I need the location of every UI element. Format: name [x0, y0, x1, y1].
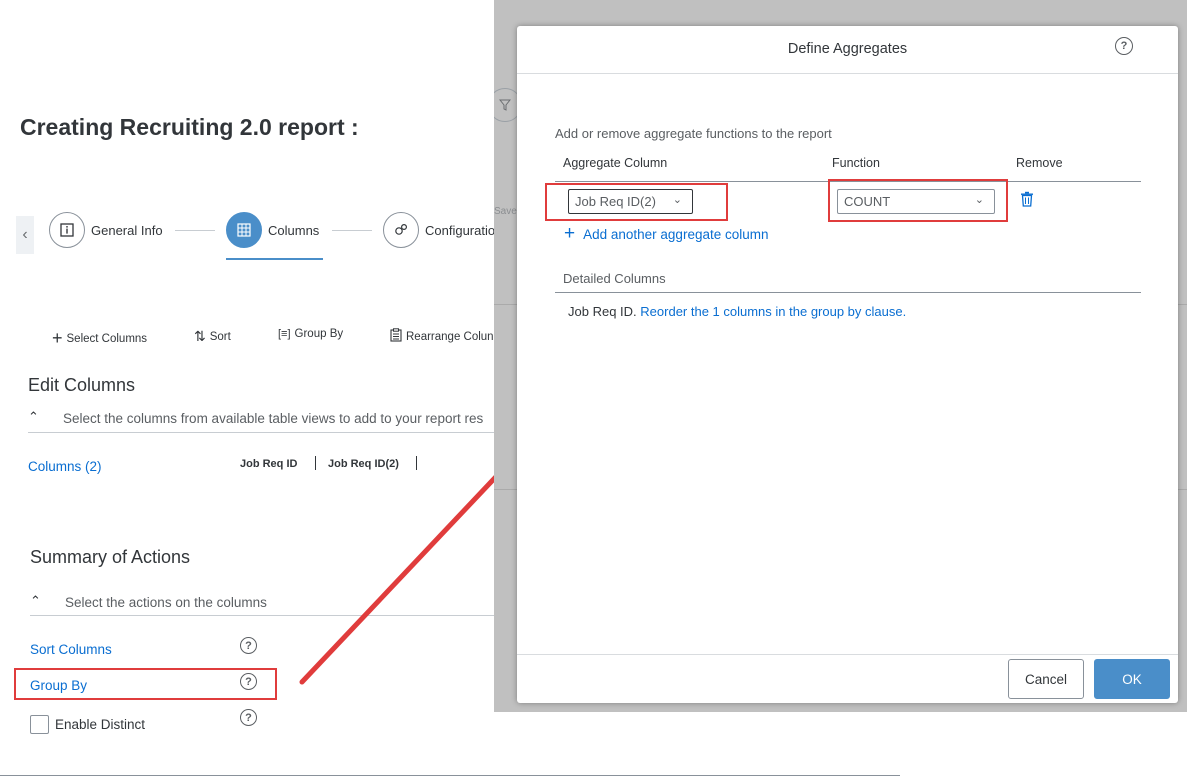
divider	[494, 304, 517, 305]
step-connector	[175, 230, 215, 231]
enable-distinct-label: Enable Distinct	[55, 717, 146, 732]
dialog-intro: Add or remove aggregate functions to the…	[555, 126, 832, 141]
collapse-icon[interactable]: ⌃	[30, 593, 41, 609]
divider	[517, 73, 1178, 74]
step-general-info[interactable]: General Info	[49, 212, 163, 248]
active-step-indicator	[226, 258, 323, 260]
function-select[interactable]: COUNT ⌄	[837, 189, 995, 214]
page-title: Creating Recruiting 2.0 report :	[20, 114, 359, 140]
header-aggregate-column: Aggregate Column	[563, 156, 668, 170]
group-by-button[interactable]: [≡] Group By	[278, 328, 343, 340]
divider	[555, 292, 1141, 293]
chevron-down-icon: ⌄	[672, 194, 682, 206]
step-configuration[interactable]: Configuratio	[383, 212, 495, 248]
chevron-left-icon: ‹	[22, 226, 28, 243]
step-connector	[332, 230, 372, 231]
enable-distinct-checkbox[interactable]	[30, 715, 49, 734]
rearrange-columns-button[interactable]: Rearrange Colun	[390, 328, 494, 345]
collapse-icon[interactable]: ⌃	[28, 409, 39, 425]
sort-columns-link[interactable]: Sort Columns	[30, 642, 112, 657]
gear-icon	[383, 212, 419, 248]
dialog-title: Define Aggregates	[787, 41, 908, 57]
filter-icon	[494, 88, 518, 122]
select-columns-button[interactable]: + Select Columns	[52, 328, 147, 349]
cancel-button[interactable]: Cancel	[1008, 659, 1084, 699]
detailed-columns-text: Job Req ID. Reorder the 1 columns in the…	[568, 304, 907, 319]
divider	[517, 654, 1178, 655]
previous-step-button[interactable]: ‹	[16, 216, 34, 254]
header-function: Function	[832, 156, 880, 170]
sort-button[interactable]: ⇅ Sort	[194, 328, 231, 345]
overlay-hint: Save	[494, 206, 517, 217]
help-icon[interactable]: ?	[1115, 37, 1133, 55]
divider	[1178, 489, 1187, 490]
help-icon[interactable]: ?	[240, 673, 257, 690]
add-aggregate-column-button[interactable]: + Add another aggregate column	[564, 223, 769, 244]
columns-link[interactable]: Columns (2)	[28, 459, 102, 474]
step-columns[interactable]: Columns	[226, 212, 319, 248]
step-label: General Info	[91, 222, 163, 238]
step-label: Columns	[268, 222, 320, 238]
sort-icon: ⇅	[194, 328, 206, 344]
reorder-columns-link[interactable]: Reorder the 1 columns in the group by cl…	[640, 304, 906, 319]
edit-columns-title: Edit Columns	[28, 375, 136, 395]
plus-icon: +	[564, 223, 576, 244]
plus-icon: +	[52, 328, 63, 348]
divider	[0, 775, 900, 776]
detailed-columns-title: Detailed Columns	[563, 271, 666, 286]
summary-hint: Select the actions on the columns	[65, 595, 267, 610]
divider	[494, 489, 517, 490]
divider	[1178, 304, 1187, 305]
table-icon	[226, 212, 262, 248]
summary-title: Summary of Actions	[30, 547, 191, 567]
group-by-link[interactable]: Group By	[30, 678, 87, 693]
clipboard-icon	[390, 328, 402, 345]
info-icon	[49, 212, 85, 248]
help-icon[interactable]: ?	[240, 709, 257, 726]
column-token: Job Req ID	[240, 458, 298, 470]
help-icon[interactable]: ?	[240, 637, 257, 654]
aggregate-column-select[interactable]: Job Req ID(2) ⌄	[568, 189, 693, 214]
filter-button	[494, 88, 518, 124]
group-by-icon: [≡]	[278, 328, 291, 340]
step-label: Configuratio	[425, 222, 496, 238]
header-remove: Remove	[1016, 156, 1063, 170]
trash-icon[interactable]	[1020, 191, 1034, 207]
ok-button[interactable]: OK	[1094, 659, 1170, 699]
chevron-down-icon: ⌄	[974, 194, 984, 206]
